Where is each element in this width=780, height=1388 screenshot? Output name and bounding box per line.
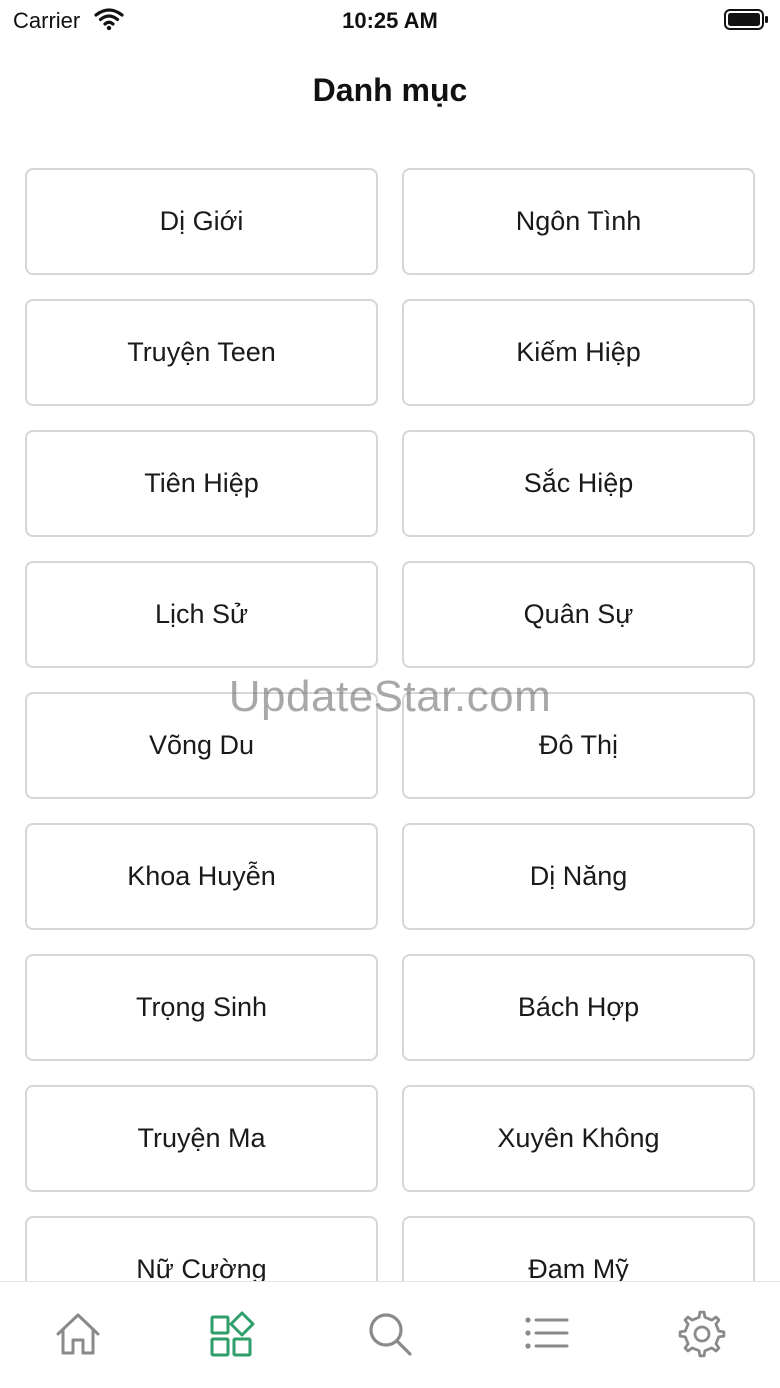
- category-button[interactable]: Đô Thị: [402, 692, 755, 799]
- clock-time: 10:25 AM: [342, 8, 438, 33]
- category-button[interactable]: Kiếm Hiệp: [402, 299, 755, 406]
- category-button[interactable]: Quân Sự: [402, 561, 755, 668]
- category-button[interactable]: Ngôn Tình: [402, 168, 755, 275]
- category-button[interactable]: Đam Mỹ: [402, 1216, 755, 1281]
- category-button[interactable]: Truyện Teen: [25, 299, 378, 406]
- tab-bar: [0, 1281, 780, 1388]
- category-button[interactable]: Bách Hợp: [402, 954, 755, 1061]
- category-list[interactable]: Dị Giới Ngôn Tình Truyện Teen Kiếm Hiệp Tiên…: [0, 140, 780, 1281]
- category-button[interactable]: Khoa Huyễn: [25, 823, 378, 930]
- category-button[interactable]: Sắc Hiệp: [402, 430, 755, 537]
- page-title: Danh mục: [312, 72, 468, 108]
- tab-categories[interactable]: [202, 1304, 262, 1364]
- tab-home[interactable]: [48, 1304, 108, 1364]
- category-button[interactable]: Tiên Hiệp: [25, 430, 378, 537]
- category-button[interactable]: Lịch Sử: [25, 561, 378, 668]
- tab-list[interactable]: [516, 1304, 576, 1364]
- category-button[interactable]: Trọng Sinh: [25, 954, 378, 1061]
- category-button[interactable]: Nữ Cường: [25, 1216, 378, 1281]
- tab-settings[interactable]: [672, 1304, 732, 1364]
- category-button[interactable]: Dị Năng: [402, 823, 755, 930]
- settings-icon: [678, 1310, 726, 1358]
- category-button[interactable]: Truyện Ma: [25, 1085, 378, 1192]
- status-bar: Carrier 10:25 AM: [0, 0, 780, 40]
- categories-icon: [210, 1311, 255, 1357]
- category-button[interactable]: Xuyên Không: [402, 1085, 755, 1192]
- category-grid: Dị Giới Ngôn Tình Truyện Teen Kiếm Hiệp Tiên…: [25, 168, 755, 1281]
- search-icon: [369, 1313, 412, 1356]
- home-icon: [56, 1313, 100, 1355]
- category-button[interactable]: Võng Du: [25, 692, 378, 799]
- tab-search[interactable]: [360, 1304, 420, 1364]
- battery-icon: [724, 8, 770, 37]
- list-icon: [525, 1317, 569, 1349]
- category-button[interactable]: Dị Giới: [25, 168, 378, 275]
